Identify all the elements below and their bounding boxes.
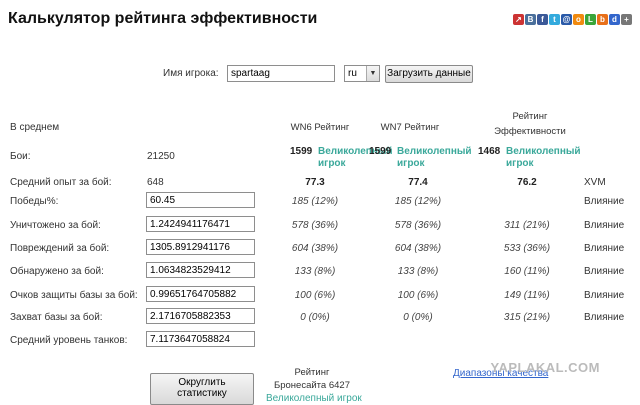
efficiency-grade-line2: игрок xyxy=(506,158,534,169)
wn7-contribution: 578 (36%) xyxy=(394,220,442,231)
wn7-score: 1599 xyxy=(369,146,392,157)
mail-icon[interactable]: @ xyxy=(561,14,572,25)
wn6-header: WN6 Рейтинг xyxy=(290,122,350,133)
battles-value: 21250 xyxy=(147,151,175,162)
blogger-icon[interactable]: b xyxy=(597,14,608,25)
influence-link[interactable]: Влияние xyxy=(584,220,624,231)
wn6-grade-line2: игрок xyxy=(318,158,346,169)
influence-link[interactable]: Влияние xyxy=(584,266,624,277)
efficiency-grade-line1: Великолепный xyxy=(506,146,581,157)
vkontakte-icon[interactable]: В xyxy=(525,14,536,25)
avg-xp-value: 648 xyxy=(147,177,164,188)
stat-input[interactable] xyxy=(146,308,255,324)
influence-link[interactable]: Влияние xyxy=(584,243,624,254)
armor-rating-line2: Бронесайта 6427 xyxy=(274,380,350,391)
wn6-contribution: 578 (36%) xyxy=(291,220,339,231)
battles-label: Бои: xyxy=(10,151,31,162)
more-icon[interactable]: + xyxy=(621,14,632,25)
server-value: ru xyxy=(348,68,357,79)
efficiency-contribution: 311 (21%) xyxy=(504,220,550,231)
server-select[interactable]: ru ▼ xyxy=(344,65,380,82)
wn7-contribution: 185 (12%) xyxy=(394,196,442,207)
stat-label: Очков защиты базы за бой: xyxy=(10,290,138,301)
watermark: YAPLAKAL.COM xyxy=(490,360,600,375)
xvm-label: XVM xyxy=(584,177,606,188)
player-name-label: Имя игрока: xyxy=(163,68,219,79)
wn6-contribution: 604 (38%) xyxy=(291,243,339,254)
stat-input[interactable] xyxy=(146,192,255,208)
wn6-score: 1599 xyxy=(290,146,313,157)
stat-input[interactable] xyxy=(146,331,255,347)
stat-label: Средний уровень танков: xyxy=(10,335,128,346)
round-stats-button[interactable]: Округлить статистику xyxy=(150,373,254,405)
player-name-input[interactable] xyxy=(227,65,335,82)
stat-label: Повреждений за бой: xyxy=(10,243,110,254)
efficiency-contribution: 533 (36%) xyxy=(503,243,551,254)
stat-label: Уничтожено за бой: xyxy=(10,220,101,231)
average-header: В среднем xyxy=(10,122,60,133)
wn7-total: 77.4 xyxy=(408,177,428,188)
efficiency-score: 1468 xyxy=(478,146,501,157)
share-toolbar: ↗ Вf t @ o Lb d + xyxy=(513,14,632,25)
avg-xp-label: Средний опыт за бой: xyxy=(10,177,112,188)
load-data-button[interactable]: Загрузить данные xyxy=(385,65,473,83)
efficiency-contribution: 149 (11%) xyxy=(504,290,550,301)
odnoklassniki-icon[interactable]: o xyxy=(573,14,584,25)
wn7-contribution: 100 (6%) xyxy=(397,290,439,301)
wn6-contribution: 0 (0%) xyxy=(300,312,330,323)
stat-input[interactable] xyxy=(146,262,255,278)
wn6-total: 77.3 xyxy=(305,177,325,188)
stat-label: Захват базы за бой: xyxy=(10,312,103,323)
wn7-grade-line2: игрок xyxy=(397,158,425,169)
round-stats-button-line1: Округлить xyxy=(178,377,226,388)
wn7-contribution: 133 (8%) xyxy=(397,266,439,277)
wn7-grade-line1: Великолепный xyxy=(397,146,472,157)
stat-input[interactable] xyxy=(146,286,255,302)
stat-label: Победы%: xyxy=(10,196,59,207)
efficiency-header-line1: Рейтинг xyxy=(512,111,548,122)
delicious-icon[interactable]: d xyxy=(609,14,620,25)
armor-rating-line1: Рейтинг xyxy=(294,367,330,378)
chevron-down-icon: ▼ xyxy=(366,66,379,81)
facebook-icon[interactable]: f xyxy=(537,14,548,25)
wn6-contribution: 100 (6%) xyxy=(294,290,336,301)
liveinternet-icon[interactable]: L xyxy=(585,14,596,25)
round-stats-button-line2: статистику xyxy=(177,388,227,399)
wn7-contribution: 0 (0%) xyxy=(403,312,433,323)
influence-link[interactable]: Влияние xyxy=(584,290,624,301)
wn6-contribution: 185 (12%) xyxy=(291,196,339,207)
stat-input[interactable] xyxy=(146,216,255,232)
stat-label: Обнаружено за бой: xyxy=(10,266,104,277)
influence-link[interactable]: Влияние xyxy=(584,196,624,207)
influence-link[interactable]: Влияние xyxy=(584,312,624,323)
wn7-contribution: 604 (38%) xyxy=(394,243,442,254)
share-icon[interactable]: ↗ xyxy=(513,14,524,25)
stat-input[interactable] xyxy=(146,239,255,255)
wn6-contribution: 133 (8%) xyxy=(294,266,336,277)
efficiency-total: 76.2 xyxy=(517,177,537,188)
twitter-icon[interactable]: t xyxy=(549,14,560,25)
armor-rating-grade: Великолепный игрок xyxy=(266,393,362,404)
efficiency-header-line2: Эффективности xyxy=(494,126,566,137)
efficiency-contribution: 160 (11%) xyxy=(504,266,550,277)
page-title: Калькулятор рейтинга эффективности xyxy=(8,10,318,27)
efficiency-contribution: 315 (21%) xyxy=(503,312,551,323)
wn7-header: WN7 Рейтинг xyxy=(380,122,440,133)
